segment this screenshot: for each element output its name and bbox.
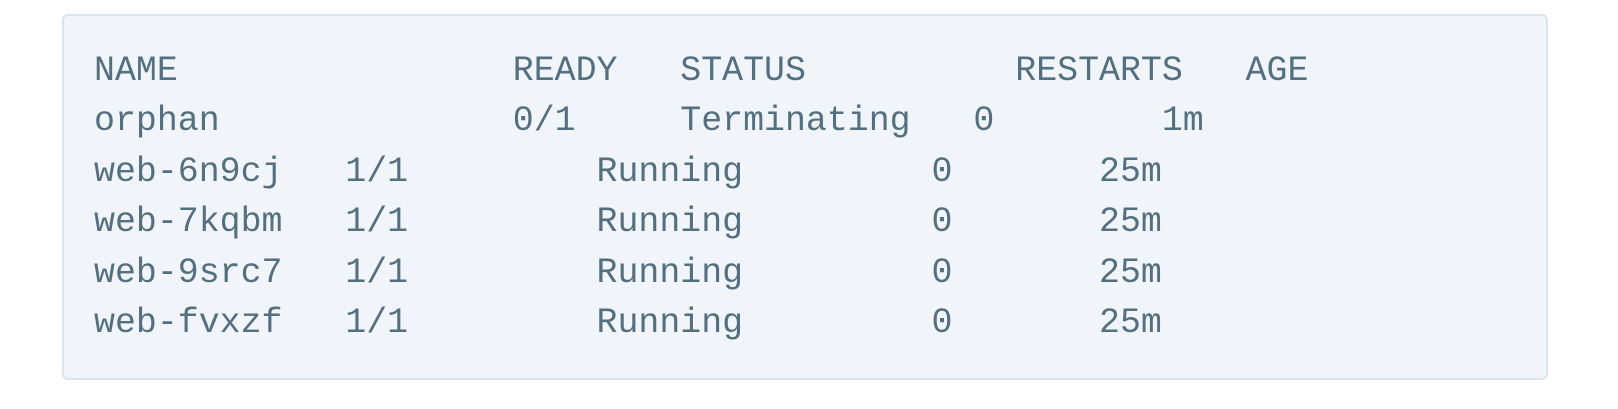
- kubectl-get-pods-output: NAME READY STATUS RESTARTS AGE orphan 0/1…: [94, 47, 1308, 349]
- table-row: web-6n9cj 1/1 Running 0 25m: [94, 152, 1162, 192]
- table-row: web-7kqbm 1/1 Running 0 25m: [94, 203, 1162, 243]
- table-row: web-9src7 1/1 Running 0 25m: [94, 253, 1162, 293]
- code-block: NAME READY STATUS RESTARTS AGE orphan 0/1…: [62, 14, 1548, 380]
- table-row: orphan 0/1 Terminating 0 1m: [94, 102, 1204, 142]
- table-header-row: NAME READY STATUS RESTARTS AGE: [94, 52, 1309, 91]
- table-row: web-fvxzf 1/1 Running 0 25m: [94, 303, 1162, 343]
